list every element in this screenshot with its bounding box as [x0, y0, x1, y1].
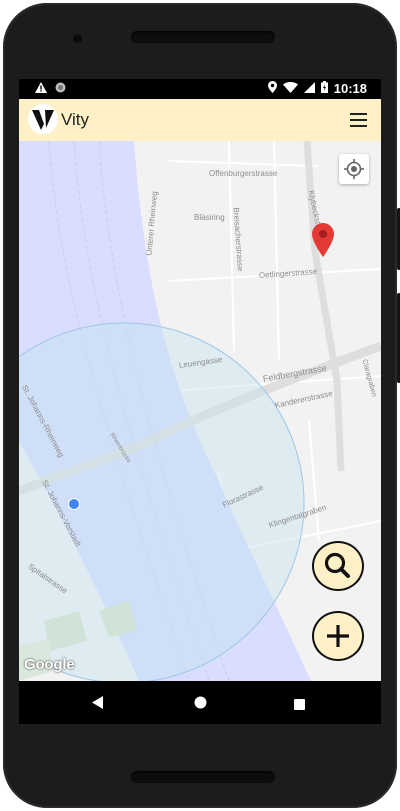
plus-icon: [327, 625, 349, 647]
map-pin-icon[interactable]: [312, 223, 334, 262]
search-button[interactable]: [312, 541, 364, 591]
battery-icon: [320, 81, 328, 96]
map-canvas: [19, 141, 381, 681]
bottom-speaker: [131, 771, 275, 783]
google-attribution: Google: [24, 656, 75, 673]
warning-icon: [35, 82, 47, 96]
screen: 10:18 Vity Offenburgerstrasse Unterer Rh…: [19, 79, 381, 724]
search-icon: [324, 552, 350, 578]
street-label: Offenburgerstrasse: [209, 169, 278, 178]
my-location-button[interactable]: [339, 154, 369, 184]
navigation-bar: [19, 681, 381, 724]
location-icon: [267, 81, 277, 96]
hamburger-menu-icon[interactable]: [349, 112, 369, 128]
clock: 10:18: [333, 81, 367, 96]
my-location-icon: [344, 159, 364, 179]
sync-icon: [55, 82, 66, 96]
street-label: Bläsiring: [194, 213, 225, 222]
home-icon[interactable]: [194, 696, 207, 714]
front-camera: [73, 34, 82, 43]
map-view[interactable]: Offenburgerstrasse Unterer Rheinweg Bläs…: [19, 141, 381, 681]
recents-icon[interactable]: [294, 697, 305, 715]
app-logo: [28, 104, 58, 134]
user-location-dot: [68, 498, 80, 510]
status-bar: 10:18: [19, 79, 381, 99]
earpiece-speaker: [131, 31, 275, 43]
signal-icon: [303, 81, 315, 96]
wifi-icon: [282, 81, 298, 96]
back-icon[interactable]: [92, 696, 104, 714]
app-bar: Vity: [19, 99, 381, 142]
add-button[interactable]: [312, 611, 364, 661]
app-title: Vity: [61, 110, 90, 129]
